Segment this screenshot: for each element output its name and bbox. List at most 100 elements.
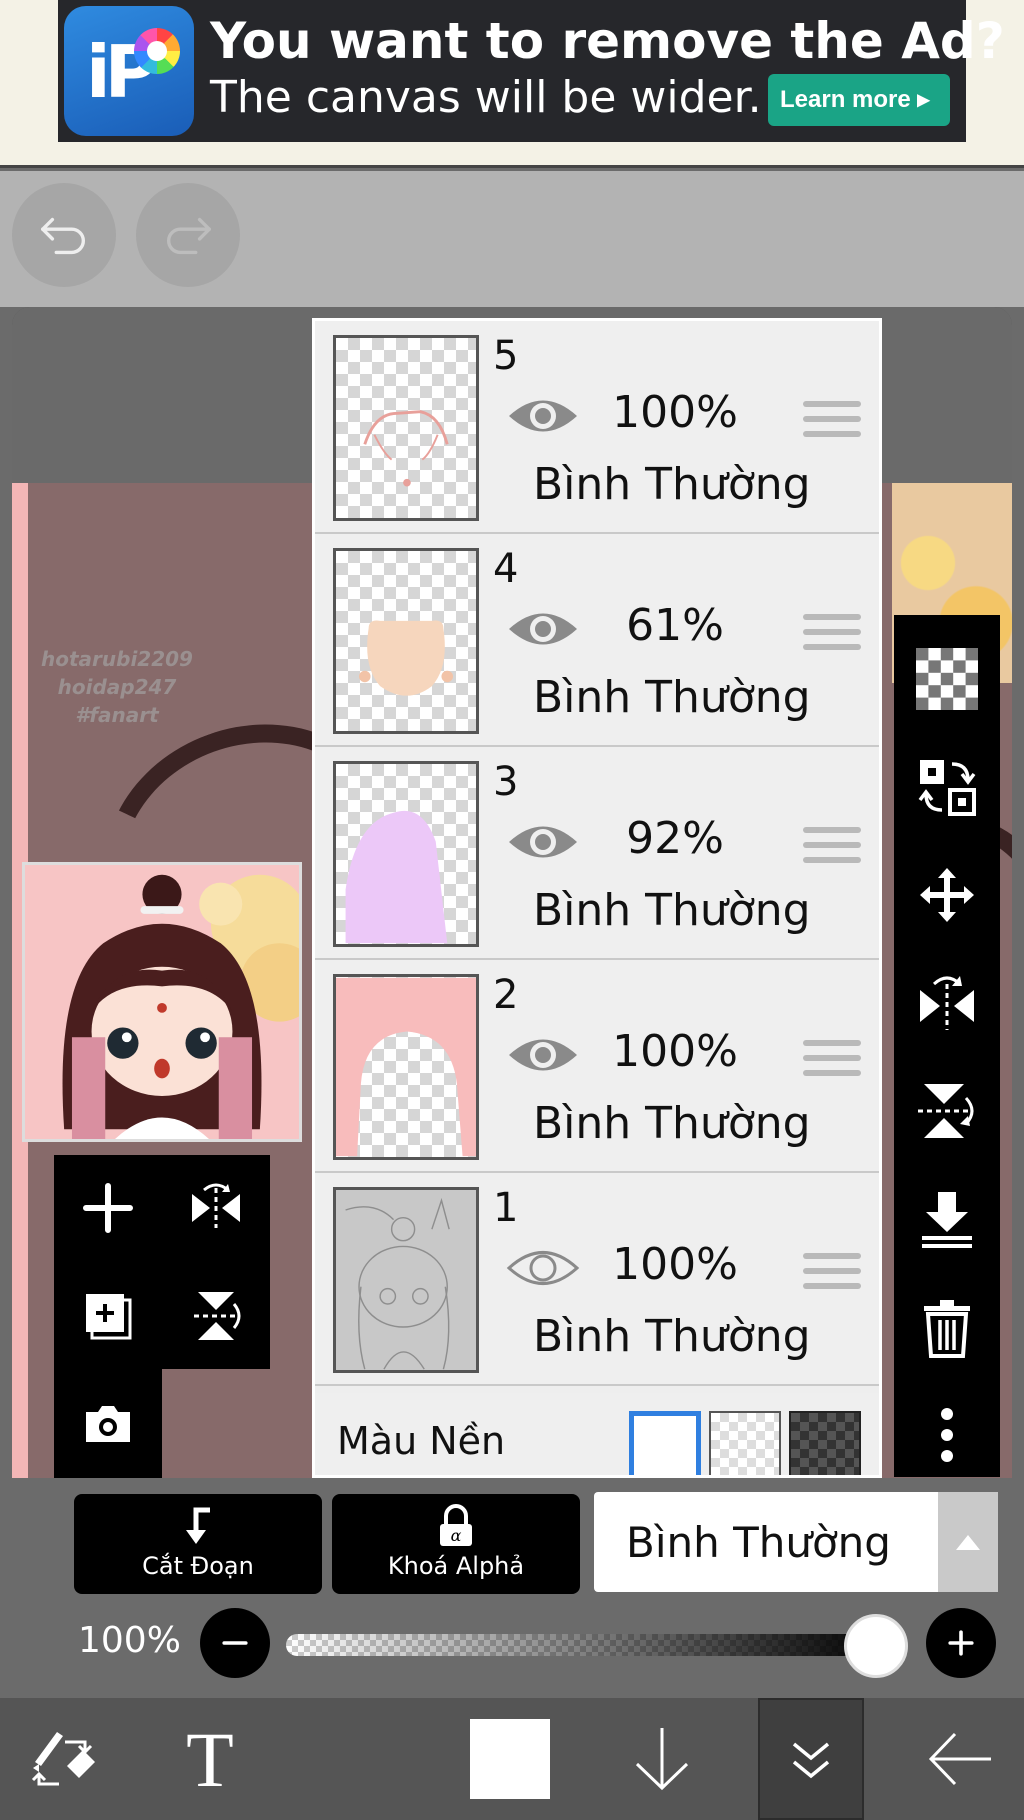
layer-preview bbox=[359, 620, 453, 696]
learn-more-button[interactable]: Learn more ▸ bbox=[768, 74, 950, 126]
text-t-icon: T bbox=[186, 1722, 234, 1796]
visibility-eye-icon[interactable] bbox=[505, 604, 581, 654]
layer-row-5[interactable]: 5 100% Bình Thường bbox=[315, 321, 879, 534]
flip-layer-vertical-button[interactable] bbox=[894, 1057, 1000, 1165]
visibility-eye-icon[interactable] bbox=[505, 391, 581, 441]
lock-icon: α bbox=[440, 1504, 472, 1546]
merge-down-icon bbox=[922, 1192, 972, 1248]
layer-controls-bar: Cắt Đoạn α Khoá Alphả Bình Thường 100% bbox=[0, 1478, 1024, 1698]
background-color-label: Màu Nền bbox=[337, 1419, 506, 1463]
move-layer-button[interactable] bbox=[894, 841, 1000, 949]
merge-down-button[interactable] bbox=[894, 1165, 1000, 1273]
layer-number: 3 bbox=[493, 759, 519, 805]
layer-down-button[interactable] bbox=[612, 1698, 712, 1820]
flip-horizontal-button[interactable] bbox=[162, 1155, 270, 1261]
watermark-line: hoidap247 bbox=[57, 675, 177, 699]
svg-text:T: T bbox=[186, 1722, 234, 1796]
add-layer-button[interactable] bbox=[54, 1155, 162, 1261]
layer-preview bbox=[336, 977, 476, 1157]
checkerboard-icon bbox=[916, 648, 978, 710]
layer-opacity: 100% bbox=[612, 1026, 738, 1077]
layer-row-1[interactable]: 1 100% Bình Thường bbox=[315, 1173, 879, 1386]
layer-thumbnail bbox=[333, 335, 479, 521]
text-tool-button[interactable]: T bbox=[160, 1698, 260, 1820]
drag-handle-icon[interactable] bbox=[803, 401, 861, 441]
duplicate-layer-button[interactable] bbox=[54, 1263, 162, 1369]
layer-number: 2 bbox=[493, 972, 519, 1018]
opacity-increase-button[interactable] bbox=[926, 1608, 996, 1678]
flip-layer-horizontal-button[interactable] bbox=[894, 949, 1000, 1057]
layer-row-2[interactable]: 2 100% Bình Thường bbox=[315, 960, 879, 1173]
flip-vertical-icon bbox=[194, 1292, 241, 1340]
swap-layers-button[interactable] bbox=[894, 733, 1000, 841]
layer-blend-mode: Bình Thường bbox=[533, 1311, 811, 1362]
arrow-down-icon bbox=[635, 1728, 689, 1791]
drag-handle-icon[interactable] bbox=[803, 614, 861, 654]
watermark-line: hotarubi2209 bbox=[41, 647, 193, 671]
more-options-button[interactable] bbox=[894, 1381, 1000, 1489]
minus-icon bbox=[222, 1641, 248, 1645]
layer-number: 1 bbox=[493, 1185, 519, 1231]
visibility-eye-icon[interactable] bbox=[505, 1030, 581, 1080]
import-photo-button[interactable] bbox=[54, 1371, 162, 1477]
background-color-row: Màu Nền bbox=[315, 1393, 879, 1475]
back-button[interactable] bbox=[910, 1698, 1010, 1820]
undo-button[interactable] bbox=[12, 183, 116, 287]
background-white-swatch[interactable] bbox=[629, 1411, 701, 1475]
layer-row-4[interactable]: 4 61% Bình Thường bbox=[315, 534, 879, 747]
layer-thumbnail bbox=[333, 548, 479, 734]
blend-mode-toggle[interactable] bbox=[938, 1492, 998, 1592]
blend-mode-select[interactable]: Bình Thường bbox=[594, 1492, 998, 1592]
layer-blend-mode: Bình Thường bbox=[533, 885, 811, 936]
layer-opacity: 92% bbox=[626, 813, 724, 864]
swap-layers-icon bbox=[918, 760, 976, 816]
flip-vertical-button[interactable] bbox=[162, 1263, 270, 1369]
redo-icon bbox=[167, 217, 211, 255]
camera-tool-palette bbox=[54, 1369, 162, 1479]
layer-actions-column bbox=[894, 615, 1000, 1477]
drag-handle-icon[interactable] bbox=[803, 1040, 861, 1080]
triangle-up-icon bbox=[956, 1535, 980, 1550]
layer-blend-mode: Bình Thường bbox=[533, 672, 811, 723]
layers-list: 5 100% Bình Thường 4 61% Bình Thường 3 9… bbox=[315, 321, 879, 1475]
layer-row-3[interactable]: 3 92% Bình Thường bbox=[315, 747, 879, 960]
tool-switch-button[interactable] bbox=[14, 1698, 114, 1820]
layer-thumbnail bbox=[333, 974, 479, 1160]
visibility-eye-icon[interactable] bbox=[505, 817, 581, 867]
background-transparent-dark-swatch[interactable] bbox=[789, 1411, 861, 1475]
delete-layer-button[interactable] bbox=[894, 1273, 1000, 1381]
layer-opacity: 100% bbox=[612, 387, 738, 438]
layer-opacity: 100% bbox=[612, 1239, 738, 1290]
trash-icon bbox=[924, 1300, 970, 1358]
visibility-eye-off-icon[interactable] bbox=[505, 1243, 581, 1293]
opacity-slider-track[interactable] bbox=[286, 1634, 886, 1656]
opacity-decrease-button[interactable] bbox=[200, 1608, 270, 1678]
ad-banner[interactable]: iP You want to remove the Ad? The canvas… bbox=[58, 0, 1005, 142]
layers-button[interactable] bbox=[758, 1698, 864, 1820]
svg-text:α: α bbox=[451, 1526, 462, 1545]
drag-handle-icon[interactable] bbox=[803, 827, 861, 867]
clipping-label: Cắt Đoạn bbox=[142, 1552, 254, 1580]
drag-handle-icon[interactable] bbox=[803, 1253, 861, 1293]
flip-horizontal-icon bbox=[192, 1183, 240, 1228]
clipping-button[interactable]: Cắt Đoạn bbox=[74, 1494, 322, 1594]
flip-vertical-icon bbox=[918, 1084, 974, 1138]
plus-icon bbox=[948, 1630, 974, 1656]
background-transparent-light-swatch[interactable] bbox=[709, 1411, 781, 1475]
layer-preview bbox=[345, 1197, 450, 1370]
reference-thumbnail[interactable] bbox=[22, 862, 302, 1142]
chevron-double-down-icon bbox=[792, 1742, 830, 1779]
layer-number: 4 bbox=[493, 546, 519, 592]
arrow-left-icon bbox=[928, 1732, 991, 1786]
color-swatch-button[interactable] bbox=[460, 1698, 560, 1820]
ad-subtitle: The canvas will be wider. bbox=[210, 72, 762, 123]
redo-button[interactable] bbox=[136, 183, 240, 287]
more-vertical-icon bbox=[941, 1408, 953, 1462]
camera-icon bbox=[86, 1406, 130, 1442]
alpha-lock-button[interactable]: α Khoá Alphả bbox=[332, 1494, 580, 1594]
ad-title: You want to remove the Ad? bbox=[210, 12, 1005, 70]
transparent-layer-button[interactable] bbox=[894, 625, 1000, 733]
opacity-slider-knob[interactable] bbox=[844, 1614, 908, 1678]
clipping-arrow-icon bbox=[186, 1507, 210, 1544]
layer-preview bbox=[345, 810, 448, 944]
